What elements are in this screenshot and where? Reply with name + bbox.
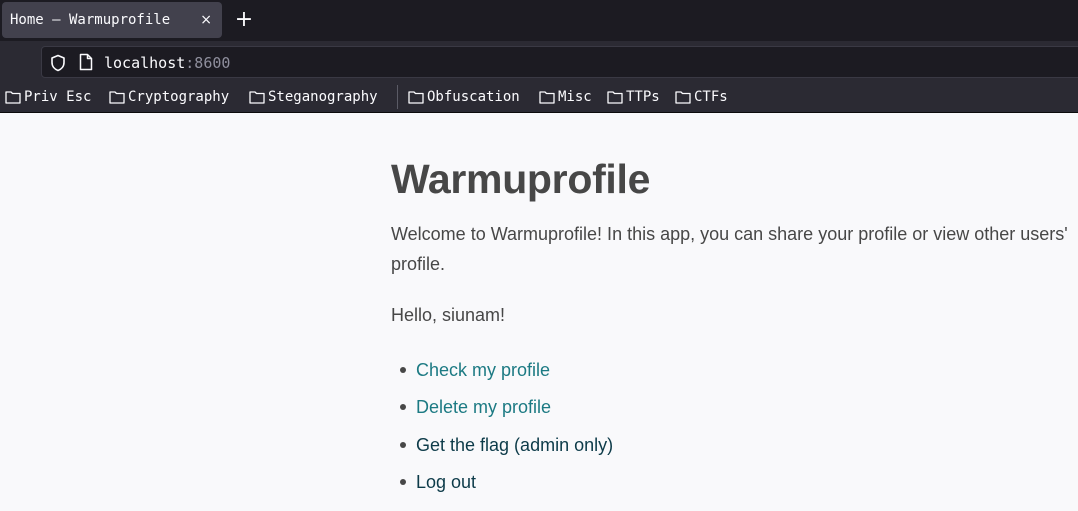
bookmark-label: Misc <box>558 89 592 105</box>
delete-profile-link[interactable]: Delete my profile <box>416 395 551 419</box>
bookmark-label: Priv Esc <box>24 89 92 105</box>
url-host: localhost <box>104 54 186 72</box>
list-item: Get the flag (admin only) <box>400 433 613 470</box>
bookmark-label: Cryptography <box>128 89 230 105</box>
list-item: Log out <box>400 470 613 507</box>
get-flag-link[interactable]: Get the flag (admin only) <box>416 433 613 457</box>
intro-text: Welcome to Warmuprofile! In this app, yo… <box>391 224 1068 274</box>
bookmark-label: TTPs <box>626 89 660 105</box>
bookmarks-toolbar: Priv Esc Cryptography Steganography Obfu… <box>0 81 1078 113</box>
list-item: Delete my profile <box>400 395 613 432</box>
url-port: :8600 <box>185 54 231 72</box>
tab-bar: Home – Warmuprofile × + <box>0 0 1078 41</box>
bookmark-folder-steganography[interactable]: Steganography <box>249 88 378 106</box>
bookmark-folder-cryptography[interactable]: Cryptography <box>109 88 229 106</box>
new-tab-button[interactable]: + <box>233 7 255 33</box>
check-profile-link[interactable]: Check my profile <box>416 358 550 382</box>
bookmark-label: Steganography <box>268 89 378 105</box>
bullet-icon <box>400 367 406 373</box>
bullet-icon <box>400 441 406 448</box>
bookmark-label: CTFs <box>694 89 728 105</box>
navigation-toolbar: localhost:8600 <box>0 41 1078 81</box>
action-list: Check my profile Delete my profile Get t… <box>400 358 613 507</box>
close-tab-icon[interactable]: × <box>200 11 212 29</box>
logout-link[interactable]: Log out <box>416 470 476 494</box>
tab-title: Home – Warmuprofile <box>10 12 171 28</box>
page-icon <box>79 53 93 71</box>
bullet-icon <box>400 404 406 411</box>
bookmark-folder-obfuscation[interactable]: Obfuscation <box>408 88 520 106</box>
page-title: Warmuprofile <box>391 156 651 202</box>
folder-icon <box>249 91 265 104</box>
url-text[interactable]: localhost:8600 <box>104 53 230 73</box>
folder-icon <box>539 91 555 104</box>
bookmark-folder-priv-esc[interactable]: Priv Esc <box>5 88 91 106</box>
folder-icon <box>408 91 424 104</box>
bookmark-folder-ttps[interactable]: TTPs <box>607 88 660 106</box>
folder-icon <box>607 91 623 104</box>
shield-icon[interactable] <box>49 54 67 72</box>
bullet-icon <box>400 478 406 485</box>
page-content: Warmuprofile Welcome to Warmuprofile! In… <box>0 114 1078 511</box>
greeting-text: Hello, siunam! <box>391 305 506 325</box>
folder-icon <box>675 91 691 104</box>
list-item: Check my profile <box>400 358 613 395</box>
bookmark-label: Obfuscation <box>427 89 520 105</box>
bookmark-folder-misc[interactable]: Misc <box>539 88 592 106</box>
bookmark-folder-ctfs[interactable]: CTFs <box>675 88 728 106</box>
folder-icon <box>5 91 21 104</box>
browser-tab[interactable]: Home – Warmuprofile × <box>2 2 222 38</box>
folder-icon <box>109 91 125 104</box>
bookmarks-separator <box>397 85 398 109</box>
url-bar[interactable]: localhost:8600 <box>41 46 1078 78</box>
